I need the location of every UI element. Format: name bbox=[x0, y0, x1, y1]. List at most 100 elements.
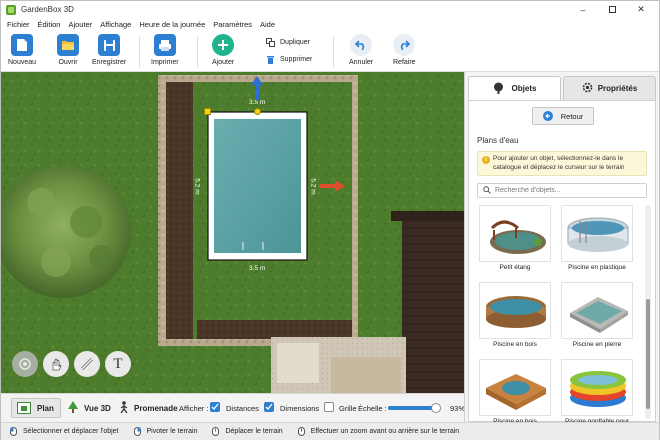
catalog-item-small-pond[interactable] bbox=[479, 205, 551, 262]
scale-slider-track[interactable] bbox=[388, 403, 441, 413]
objects-tree-icon bbox=[493, 82, 504, 96]
save-disk-icon bbox=[98, 34, 121, 56]
search-placeholder: Recherche d'objets... bbox=[495, 187, 561, 194]
status-select-hint: Sélectionner et déplacer l'objet bbox=[9, 427, 119, 436]
grid-checkbox[interactable] bbox=[324, 402, 334, 412]
menu-help[interactable]: Aide bbox=[260, 20, 275, 29]
status-zoom-hint: Effectuer un zoom avant ou arrière sur l… bbox=[297, 427, 459, 436]
walking-person-icon bbox=[119, 401, 129, 415]
walk-label: Promenade bbox=[134, 403, 178, 413]
catalog-item-stone-pool[interactable] bbox=[561, 282, 633, 339]
status-rotate-text: Pivoter le terrain bbox=[146, 428, 198, 435]
redo-button[interactable]: Refaire bbox=[393, 34, 416, 66]
distances-label: Distances bbox=[226, 404, 259, 413]
hint-text: Pour ajouter un objet, sélectionnez-le d… bbox=[493, 155, 625, 171]
duplicate-button[interactable]: Dupliquer bbox=[266, 38, 310, 47]
status-move-text: Déplacer le terrain bbox=[225, 428, 283, 435]
scale-slider-thumb[interactable] bbox=[431, 403, 441, 413]
catalog-item-label: Piscine en plastique bbox=[568, 264, 626, 271]
pool-length-dimension: 5.2 m bbox=[309, 178, 317, 195]
scale-value: 93% bbox=[450, 404, 466, 413]
menu-file[interactable]: Fichier bbox=[7, 20, 30, 29]
status-bar: Sélectionner et déplacer l'objet Pivoter… bbox=[1, 422, 659, 440]
tab-properties[interactable]: Propriétés bbox=[563, 76, 656, 100]
check-icon bbox=[265, 403, 273, 411]
new-button[interactable]: Nouveau bbox=[8, 34, 36, 66]
open-label: Ouvrir bbox=[58, 59, 78, 66]
measure-tool[interactable] bbox=[74, 351, 100, 377]
section-title: Plans d'eau bbox=[477, 136, 519, 145]
menu-time-of-day[interactable]: Heure de la journée bbox=[139, 20, 205, 29]
open-button[interactable]: Ouvrir bbox=[57, 34, 79, 66]
plan-canvas[interactable]: 3.5 m 3.5 m 5.2 m 5.2 m T bbox=[1, 72, 464, 393]
redo-label: Refaire bbox=[393, 59, 416, 66]
walk-view-button[interactable]: Promenade bbox=[115, 398, 178, 418]
undo-label: Annuler bbox=[349, 59, 374, 66]
inflatable-pool-thumbnail bbox=[570, 371, 626, 407]
pool-length-dimension-left: 5.2 m bbox=[193, 178, 201, 195]
resize-handle[interactable] bbox=[204, 108, 211, 115]
search-input[interactable]: Recherche d'objets... bbox=[477, 183, 647, 198]
rotate-view-tool[interactable] bbox=[12, 351, 38, 377]
duplicate-label: Dupliquer bbox=[280, 39, 310, 46]
redo-arrow-icon bbox=[393, 34, 416, 56]
3d-label: Vue 3D bbox=[84, 403, 111, 413]
info-icon: i bbox=[482, 156, 490, 164]
plan-view-button[interactable]: Plan bbox=[11, 398, 61, 418]
tree[interactable] bbox=[1, 166, 131, 298]
add-button[interactable]: Ajouter bbox=[212, 34, 234, 66]
catalog-item-inflatable-pool[interactable] bbox=[561, 359, 633, 416]
check-icon bbox=[211, 403, 219, 411]
catalog-item-plastic-pool[interactable] bbox=[561, 205, 633, 262]
selected-pool[interactable] bbox=[207, 111, 308, 261]
distances-checkbox[interactable] bbox=[210, 402, 220, 412]
rotate-handle[interactable] bbox=[254, 108, 261, 115]
delete-button[interactable]: Supprimer bbox=[266, 55, 312, 64]
pool-width-dimension-bottom: 3.5 m bbox=[249, 265, 266, 272]
plan-label: Plan bbox=[37, 403, 54, 413]
scale-label: Échelle : bbox=[358, 404, 387, 413]
dimensions-checkbox[interactable] bbox=[264, 402, 274, 412]
catalog-scrollbar-thumb[interactable] bbox=[646, 299, 650, 409]
menu-bar: Fichier Édition Ajouter Affichage Heure … bbox=[1, 18, 659, 31]
catalog-item-wood-pool-square[interactable] bbox=[479, 359, 551, 416]
back-label: Retour bbox=[560, 111, 584, 121]
mouse-wheel-icon bbox=[297, 427, 305, 436]
dimensions-label: Dimensions bbox=[280, 404, 320, 413]
mouse-right-icon bbox=[133, 427, 141, 436]
catalog-item-wood-pool[interactable] bbox=[479, 282, 551, 339]
minimize-icon[interactable]: – bbox=[569, 1, 597, 18]
undo-button[interactable]: Annuler bbox=[349, 34, 373, 66]
menu-edit[interactable]: Édition bbox=[38, 20, 61, 29]
pan-tool[interactable] bbox=[43, 351, 69, 377]
3d-tree-icon bbox=[67, 401, 79, 415]
stone-pool-thumbnail bbox=[570, 297, 628, 333]
undo-arrow-icon bbox=[350, 34, 373, 56]
tab-objects[interactable]: Objets bbox=[468, 76, 561, 100]
3d-view-button[interactable]: Vue 3D bbox=[63, 398, 111, 418]
maximize-icon[interactable] bbox=[598, 1, 626, 18]
trash-icon bbox=[266, 55, 275, 64]
menu-add[interactable]: Ajouter bbox=[68, 20, 92, 29]
show-label: Afficher : bbox=[179, 404, 209, 413]
catalog-scrollbar[interactable] bbox=[645, 205, 651, 419]
move-right-arrow-icon[interactable] bbox=[319, 180, 345, 192]
open-folder-icon bbox=[57, 34, 79, 56]
mouse-left-icon bbox=[10, 427, 17, 436]
menu-settings[interactable]: Paramètres bbox=[213, 20, 252, 29]
back-button[interactable]: Retour bbox=[532, 107, 594, 125]
window-title: GardenBox 3D bbox=[21, 5, 74, 14]
menu-view[interactable]: Affichage bbox=[100, 20, 131, 29]
title-bar: GardenBox 3D – ✕ bbox=[1, 1, 659, 18]
hand-icon bbox=[52, 358, 62, 371]
hint-box: i Pour ajouter un objet, sélectionnez-le… bbox=[477, 151, 647, 176]
text-tool[interactable]: T bbox=[105, 351, 131, 377]
catalog-item-label: Piscine en bois bbox=[493, 341, 537, 348]
move-up-arrow-icon[interactable] bbox=[251, 76, 263, 100]
save-button[interactable]: Enregistrer bbox=[92, 34, 126, 66]
gravel-path[interactable] bbox=[271, 337, 406, 393]
status-rotate-hint: Pivoter le terrain bbox=[133, 427, 198, 436]
close-icon[interactable]: ✕ bbox=[627, 1, 655, 18]
ruler-icon bbox=[80, 357, 94, 371]
print-button[interactable]: Imprimer bbox=[151, 34, 179, 66]
